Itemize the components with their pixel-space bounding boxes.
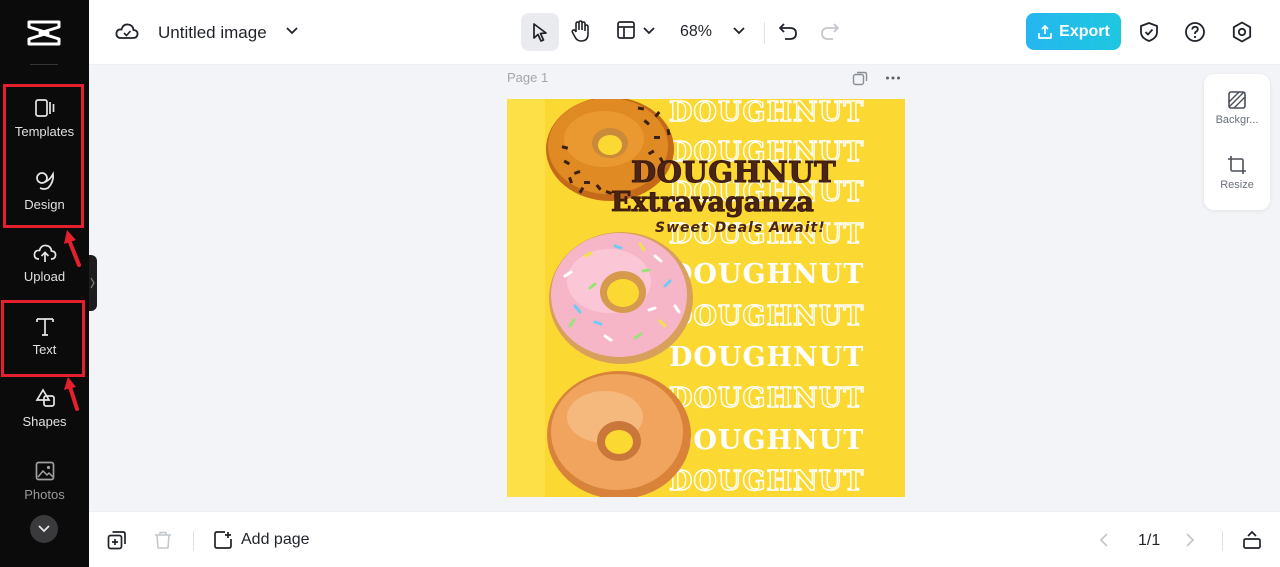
watermark-text: DOUGHNUT <box>668 382 865 414</box>
layout-icon[interactable] <box>616 19 636 41</box>
undo-icon[interactable] <box>778 21 798 41</box>
watermark-text: DOUGHNUT <box>668 300 865 332</box>
sidebar-collapse-handle[interactable] <box>89 255 97 311</box>
watermark-text: DOUGHNUT <box>668 99 865 129</box>
red-arrow-icon <box>64 230 81 267</box>
expand-pages-icon[interactable] <box>1242 530 1262 550</box>
right-quick-panel: Backgr... Resize <box>1204 74 1270 210</box>
tagline-text[interactable]: Sweet Deals Await! <box>655 220 826 236</box>
left-sidebar: Templates Design Upload Text Shapes Phot… <box>0 0 89 567</box>
settings-icon[interactable] <box>1231 21 1253 43</box>
duplicate-page-icon[interactable] <box>852 70 868 86</box>
delete-page-icon[interactable] <box>153 530 173 550</box>
more-tools-button[interactable] <box>30 515 58 543</box>
resize-button[interactable]: Resize <box>1204 155 1270 191</box>
pink-doughnut-image <box>549 232 693 364</box>
headline-text-line1[interactable]: DOUGHNUT <box>630 155 836 190</box>
editor-app: Templates Design Upload Text Shapes Phot… <box>0 0 1280 567</box>
more-options-icon[interactable] <box>885 70 901 86</box>
help-icon[interactable] <box>1184 21 1206 43</box>
toolbar-divider <box>764 22 765 44</box>
bottom-divider <box>193 531 194 551</box>
highlight-box-text <box>1 300 85 377</box>
zoom-level[interactable]: 68% <box>680 23 712 41</box>
chevron-down-icon[interactable] <box>642 24 656 38</box>
bottom-toolbar: Add page 1/1 <box>89 511 1280 567</box>
select-tool-button[interactable] <box>521 13 559 51</box>
cursor-icon <box>533 23 547 42</box>
watermark-text: DOUGHNUT <box>668 465 865 497</box>
chevron-right-icon <box>90 277 95 289</box>
shapes-icon <box>34 388 55 407</box>
design-artboard[interactable]: DOUGHNUT DOUGHNUT DOUGHNUT DOUGHNUT DOUG… <box>507 99 905 497</box>
headline-text-line2[interactable]: Extravaganza <box>611 187 815 219</box>
upload-icon <box>33 244 56 262</box>
document-title[interactable]: Untitled image <box>158 23 267 43</box>
export-label: Export <box>1059 22 1110 40</box>
add-page-label: Add page <box>241 531 310 548</box>
sidebar-item-label: Shapes <box>22 414 67 429</box>
glazed-doughnut-image <box>547 371 691 497</box>
chevron-down-icon <box>38 525 50 533</box>
chevron-down-icon[interactable] <box>285 24 299 38</box>
highlight-box-templates-design <box>3 84 84 228</box>
background-icon <box>1228 91 1246 109</box>
add-page-button[interactable]: Add page <box>213 530 310 550</box>
photos-icon <box>35 461 54 481</box>
previous-page-icon[interactable] <box>1097 532 1111 548</box>
shield-check-icon[interactable] <box>1138 21 1160 43</box>
redo-icon[interactable] <box>820 21 840 41</box>
chevron-down-icon[interactable] <box>732 24 746 38</box>
page-label: Page 1 <box>507 70 549 85</box>
background-button[interactable]: Backgr... <box>1204 90 1270 126</box>
logo-divider <box>30 64 58 65</box>
page-counter: 1/1 <box>1138 532 1161 549</box>
resize-icon <box>1228 156 1246 174</box>
capcut-logo-icon[interactable] <box>26 18 62 48</box>
export-icon <box>1038 24 1053 39</box>
watermark-text: DOUGHNUT <box>669 425 865 456</box>
watermark-text: DOUGHNUT <box>669 259 865 290</box>
next-page-icon[interactable] <box>1183 532 1197 548</box>
hand-tool-icon[interactable] <box>570 19 592 43</box>
duplicate-page-icon[interactable] <box>107 530 127 550</box>
top-toolbar: Untitled image 68% Export <box>89 0 1280 65</box>
add-page-icon <box>214 531 232 549</box>
sidebar-item-label: Upload <box>23 269 66 284</box>
red-arrow-icon <box>64 377 79 411</box>
background-label: Backgr... <box>1215 114 1259 126</box>
sidebar-item-label: Photos <box>24 487 65 502</box>
export-button[interactable]: Export <box>1026 13 1121 50</box>
resize-label: Resize <box>1220 179 1254 191</box>
watermark-text: DOUGHNUT <box>669 342 865 373</box>
bottom-divider <box>1222 531 1223 551</box>
cloud-save-icon[interactable] <box>115 22 139 42</box>
